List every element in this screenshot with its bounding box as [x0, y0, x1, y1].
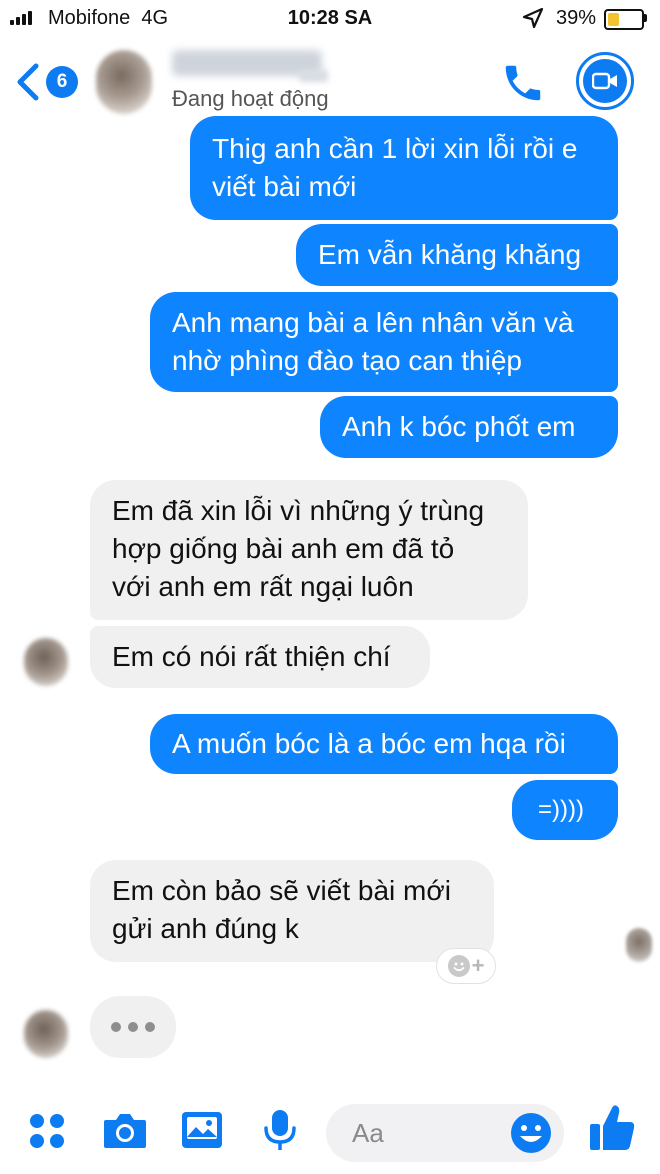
phone-call-button[interactable] [500, 60, 546, 111]
plus-icon: + [471, 953, 485, 978]
apps-icon [30, 1114, 64, 1148]
battery-icon [604, 9, 644, 30]
battery-percent: 39% [556, 7, 597, 29]
gallery-icon [182, 1112, 222, 1148]
unread-count-badge: 6 [46, 66, 78, 98]
microphone-icon [264, 1110, 296, 1150]
status-bar: Mobifone 4G 10:28 SA 39% [0, 0, 660, 36]
composer-bar: Aa [0, 1086, 660, 1174]
smiley-icon [447, 955, 470, 977]
sender-avatar[interactable] [24, 638, 68, 686]
back-chevron-icon [17, 63, 39, 101]
message-bubble-outgoing[interactable]: Em vẫn khăng khăng [296, 224, 618, 286]
thumbs-up-icon [590, 1105, 635, 1150]
conversation-header: 6 Đang hoạt động [0, 36, 660, 126]
add-reaction-button[interactable]: + [436, 948, 496, 984]
read-receipt-avatar [626, 928, 652, 962]
back-button[interactable]: 6 [14, 62, 94, 102]
like-button[interactable] [588, 1102, 636, 1159]
message-bubble-incoming[interactable]: Em còn bảo sẽ viết bài mới gửi anh đúng … [90, 860, 494, 962]
message-bubble-incoming[interactable]: Em có nói rất thiện chí [90, 626, 430, 688]
message-bubble-outgoing[interactable]: A muốn bóc là a bóc em hqa rồi [150, 714, 618, 774]
location-arrow-icon [522, 7, 544, 35]
emoji-button[interactable] [510, 1112, 552, 1159]
message-bubble-incoming[interactable]: Em đã xin lỗi vì những ý trùng hợp giống… [90, 480, 528, 620]
message-bubble-outgoing[interactable]: Anh k bóc phốt em [320, 396, 618, 458]
contact-avatar[interactable] [96, 50, 152, 114]
phone-icon [505, 65, 541, 101]
message-bubble-outgoing[interactable]: Anh mang bài a lên nhân văn và nhờ phìng… [150, 292, 618, 392]
camera-button[interactable] [102, 1110, 148, 1155]
gallery-button[interactable] [180, 1110, 224, 1155]
apps-button[interactable] [28, 1112, 66, 1155]
video-call-button[interactable] [576, 52, 634, 110]
camera-icon [104, 1114, 146, 1148]
typing-indicator [90, 996, 176, 1058]
video-camera-icon [592, 72, 617, 90]
message-bubble-outgoing[interactable]: Thig anh cần 1 lời xin lỗi rồi e viết bà… [190, 116, 618, 220]
voice-record-button[interactable] [262, 1108, 298, 1157]
sender-avatar[interactable] [24, 1010, 68, 1058]
message-bubble-outgoing[interactable]: =)))) [512, 780, 618, 840]
emoji-icon [511, 1113, 551, 1153]
contact-status: Đang hoạt động [172, 86, 329, 111]
